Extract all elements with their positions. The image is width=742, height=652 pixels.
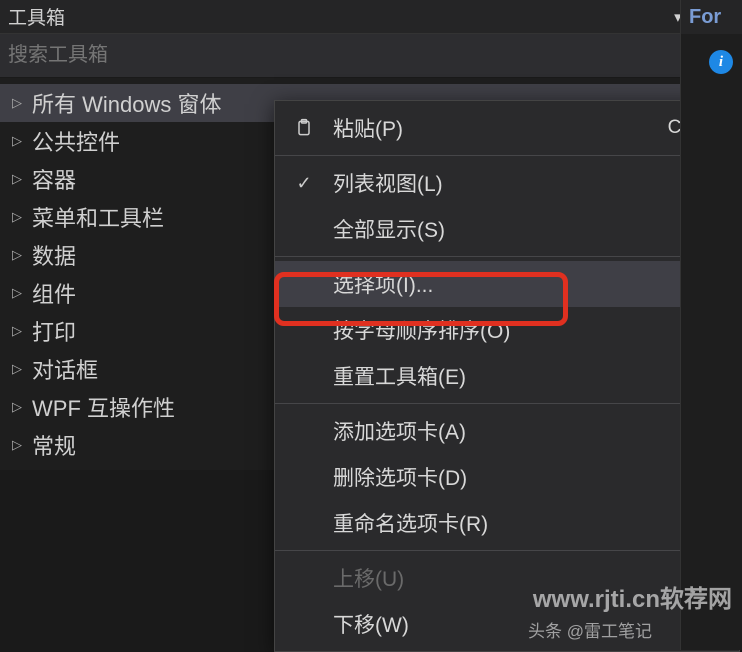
menu-separator	[275, 550, 739, 551]
chevron-right-icon: ▷	[12, 323, 32, 339]
tree-item-label: 所有 Windows 窗体	[32, 87, 221, 119]
chevron-right-icon: ▷	[12, 209, 32, 225]
menu-item-move-down[interactable]: 下移(W)	[275, 601, 739, 647]
menu-item-label: 列表视图(L)	[333, 168, 721, 198]
chevron-right-icon: ▷	[12, 247, 32, 263]
chevron-right-icon: ▷	[12, 437, 32, 453]
chevron-right-icon: ▷	[12, 133, 32, 149]
tree-item-label: 打印	[32, 315, 76, 347]
menu-item-move-up: 上移(U)	[275, 555, 739, 601]
menu-item-label: 下移(W)	[333, 609, 721, 639]
right-panel: For i	[680, 0, 742, 650]
chevron-right-icon: ▷	[12, 361, 32, 377]
info-icon[interactable]: i	[709, 50, 733, 74]
menu-item-label: 选择项(I)...	[333, 269, 721, 299]
menu-item-label: 按字母顺序排序(O)	[333, 315, 721, 345]
menu-item-sort-alpha[interactable]: 按字母顺序排序(O)	[275, 307, 739, 353]
search-input[interactable]	[8, 44, 685, 67]
menu-item-list-view[interactable]: ✓ 列表视图(L)	[275, 160, 739, 206]
search-bar: 🔍 ▾	[0, 34, 742, 78]
menu-separator	[275, 403, 739, 404]
chevron-right-icon: ▷	[12, 95, 32, 111]
tree-item-label: 对话框	[32, 353, 98, 385]
menu-separator	[275, 155, 739, 156]
chevron-right-icon: ▷	[12, 285, 32, 301]
menu-item-label: 重命名选项卡(R)	[333, 508, 721, 538]
menu-item-label: 添加选项卡(A)	[333, 416, 721, 446]
menu-item-label: 重置工具箱(E)	[333, 361, 721, 391]
menu-item-choose-items[interactable]: 选择项(I)...	[275, 261, 739, 307]
panel-header: 工具箱 ▾ ⊓ ✕	[0, 0, 742, 34]
chevron-right-icon: ▷	[12, 399, 32, 415]
menu-separator	[275, 256, 739, 257]
menu-item-reset-toolbox[interactable]: 重置工具箱(E)	[275, 353, 739, 399]
paste-icon	[275, 117, 333, 139]
menu-item-delete-tab[interactable]: 删除选项卡(D)	[275, 454, 739, 500]
checkmark-icon: ✓	[275, 173, 333, 194]
menu-item-rename-tab[interactable]: 重命名选项卡(R)	[275, 500, 739, 546]
menu-item-show-all[interactable]: 全部显示(S)	[275, 206, 739, 252]
tree-item-label: 常规	[32, 429, 76, 461]
tree-item-label: 菜单和工具栏	[32, 201, 164, 233]
tree-item-label: 组件	[32, 277, 76, 309]
menu-item-label: 粘贴(P)	[333, 113, 668, 143]
menu-item-paste[interactable]: 粘贴(P) Ctrl+V	[275, 105, 739, 151]
context-menu: 粘贴(P) Ctrl+V ✓ 列表视图(L) 全部显示(S) 选择项(I)...…	[274, 100, 740, 652]
tree-item-label: WPF 互操作性	[32, 391, 175, 423]
menu-item-label: 全部显示(S)	[333, 214, 721, 244]
menu-item-label: 上移(U)	[333, 563, 721, 593]
tree-item-label: 容器	[32, 163, 76, 195]
chevron-right-icon: ▷	[12, 171, 32, 187]
menu-item-add-tab[interactable]: 添加选项卡(A)	[275, 408, 739, 454]
tree-item-label: 公共控件	[32, 125, 120, 157]
right-tab-for[interactable]: For	[681, 0, 742, 34]
panel-title: 工具箱	[8, 3, 65, 30]
menu-item-label: 删除选项卡(D)	[333, 462, 721, 492]
tree-item-label: 数据	[32, 239, 76, 271]
